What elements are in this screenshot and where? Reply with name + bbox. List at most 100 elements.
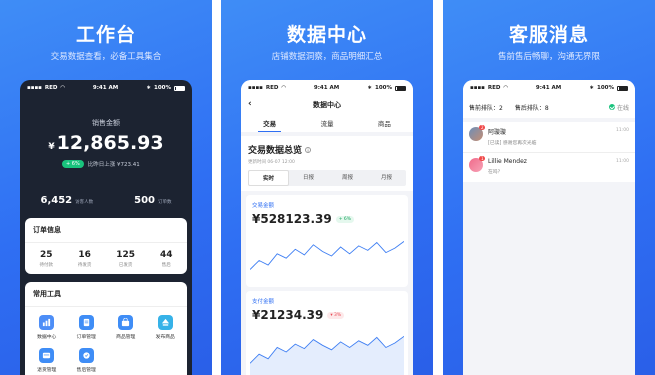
metric-card-pay-amount[interactable]: 支付金额 ¥21234.39 ▾ 3% (246, 291, 408, 375)
metric-change-badge: ▾ 3% (327, 311, 345, 319)
trend-line-chart (250, 241, 404, 270)
order-item-pending-ship[interactable]: 16 待发货 (78, 250, 92, 268)
period-selector: 实时 日报 周报 月报 (248, 170, 406, 186)
contact-name: Lillie Mendez (488, 158, 527, 165)
period-monthly[interactable]: 月报 (367, 170, 406, 186)
metric-card-trade-amount[interactable]: 交易金额 ¥528123.39 + 6% (246, 195, 408, 287)
carrier-label: RED (265, 85, 279, 91)
tool-label: 数据中心 (37, 335, 57, 340)
metric-value-text: ¥21234.39 (252, 308, 324, 322)
nav-bar: ‹ 数据中心 (241, 96, 413, 114)
kpi-visitors[interactable]: 6,452 访客人数 (40, 195, 93, 206)
signal-icon: ▪▪▪▪ (27, 85, 42, 91)
battery-icon (395, 85, 406, 91)
metric-label: 支付金额 (252, 299, 275, 305)
tool-label: 商品管理 (116, 335, 136, 340)
currency-symbol: ¥ (48, 142, 55, 152)
tool-label: 退货管理 (37, 368, 57, 373)
order-item-aftersale[interactable]: 44 售后 (160, 250, 173, 268)
tab-traffic[interactable]: 流量 (298, 114, 355, 132)
bluetooth-icon: ∗ (367, 85, 372, 91)
kpi-value: 6,452 (40, 195, 73, 206)
tool-grid: 数据中心 订单管理 商品管理 发布商品 退货管理 售后管理 (25, 307, 187, 375)
signal-icon: ▪▪▪▪ (248, 85, 263, 91)
tool-publish-goods[interactable]: 发布商品 (146, 315, 186, 340)
order-count: 25 (39, 250, 53, 260)
online-status-label: 在线 (616, 104, 629, 112)
trend-area-chart (250, 335, 404, 375)
panel-subtitle: 交易数据查看，必备工具集合 (50, 52, 162, 62)
goods-icon (118, 315, 134, 330)
panel-workbench: 工作台 交易数据查看，必备工具集合 ▪▪▪▪ RED ◠ 9:41 AM ∗ 100%… (0, 0, 212, 375)
unread-badge: 2 (479, 125, 485, 130)
metric-value: ¥21234.39 ▾ 3% (252, 308, 402, 322)
avatar: 1 (469, 156, 485, 172)
tool-data-center[interactable]: 数据中心 (27, 315, 67, 340)
update-time: 更新时间 06-07 12:00 (248, 160, 295, 165)
phone-screen: ▪▪▪▪ RED ◠ 9:41 AM ∗ 100% 售前排队：2 售后排队：8 在线 … (463, 80, 635, 375)
message-time: 11:00 (616, 159, 629, 164)
message-item[interactable]: 2 阿璇璇 [已读] 感谢您再次光临 11:00 (463, 122, 635, 152)
wifi-icon: ◠ (60, 85, 65, 91)
kpi-row: 6,452 访客人数 500 订单数 (20, 195, 192, 206)
carrier-label: RED (44, 85, 58, 91)
period-realtime[interactable]: 实时 (248, 170, 289, 186)
presale-queue-count: 2 (499, 104, 503, 112)
sales-amount-value: 12,865.93 (56, 132, 164, 154)
order-count: 125 (116, 250, 136, 260)
kpi-value: 500 (134, 195, 155, 206)
overview-section: 交易数据总览 i 更新时间 06-07 12:00 实时 日报 周报 月报 (241, 136, 413, 191)
period-weekly[interactable]: 周报 (328, 170, 367, 186)
back-icon[interactable]: ‹ (248, 99, 252, 109)
clock: 9:41 AM (92, 85, 119, 91)
tab-goods[interactable]: 商品 (356, 114, 413, 132)
panel-subtitle: 售前售后畅聊，沟通无界限 (497, 52, 600, 62)
battery-percent: 100% (375, 85, 392, 91)
metric-value: ¥528123.39 + 6% (252, 212, 402, 226)
wifi-icon: ◠ (503, 85, 508, 91)
order-label: 待发货 (77, 263, 92, 268)
tool-order-manage[interactable]: 订单管理 (67, 315, 107, 340)
kpi-orders[interactable]: 500 订单数 (134, 195, 171, 206)
contact-name: 阿璇璇 (488, 129, 507, 136)
message-item[interactable]: 1 Lillie Mendez 在吗？ 11:00 (463, 152, 635, 182)
aftersale-icon (78, 348, 94, 363)
order-label: 已发货 (118, 263, 133, 268)
data-icon (39, 315, 55, 330)
unread-badge: 1 (479, 156, 485, 161)
sales-amount: ¥12,865.93 (20, 132, 192, 154)
bluetooth-icon: ∗ (146, 85, 151, 91)
tool-goods-manage[interactable]: 商品管理 (106, 315, 146, 340)
order-item-pending-payment[interactable]: 25 待付款 (39, 250, 53, 268)
queue-bar: 售前排队：2 售后排队：8 在线 (463, 96, 635, 118)
order-info-card: 订单信息 25 待付款 16 待发货 125 已发货 44 售后 (25, 218, 187, 274)
info-icon[interactable]: i (305, 146, 312, 153)
presale-queue: 售前排队：2 (469, 103, 503, 112)
order-item-shipped[interactable]: 125 已发货 (116, 250, 135, 268)
overview-title: 交易数据总览 i (248, 143, 406, 156)
order-icon (78, 315, 94, 330)
message-preview: 在吗？ (488, 170, 503, 175)
metric-change-badge: + 6% (335, 215, 355, 223)
tab-bar: 交易 流量 商品 (241, 114, 413, 132)
panel-customer-service: 客服消息 售前售后畅聊，沟通无界限 ▪▪▪▪ RED ◠ 9:41 AM ∗ 100%… (443, 0, 655, 375)
panel-title: 数据中心 (286, 24, 367, 46)
change-badge: + 6% (62, 160, 84, 168)
online-status-toggle[interactable]: 在线 (608, 103, 629, 112)
battery-percent: 100% (154, 85, 171, 91)
overview-title-text: 交易数据总览 (248, 146, 303, 156)
tool-label: 订单管理 (76, 335, 96, 340)
clock: 9:41 AM (535, 85, 562, 91)
message-time: 11:00 (616, 128, 629, 133)
period-daily[interactable]: 日报 (289, 170, 328, 186)
tool-label: 售后管理 (76, 368, 96, 373)
aftersale-queue: 售后排队：8 (515, 103, 549, 112)
battery-icon (617, 85, 628, 91)
wifi-icon: ◠ (281, 85, 286, 91)
return-icon (39, 348, 55, 363)
tool-return-manage[interactable]: 退货管理 (27, 348, 67, 373)
panel-title: 工作台 (75, 24, 136, 46)
battery-percent: 100% (597, 85, 614, 91)
tool-aftersale-manage[interactable]: 售后管理 (67, 348, 107, 373)
tab-trade[interactable]: 交易 (241, 114, 298, 132)
